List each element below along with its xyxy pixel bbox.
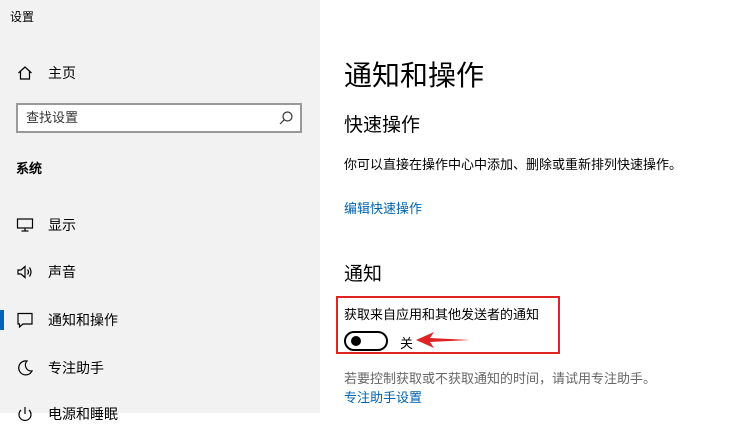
active-indicator bbox=[0, 310, 4, 330]
sidebar-item-label: 主页 bbox=[48, 66, 76, 82]
notifications-heading: 通知 bbox=[344, 263, 383, 285]
sidebar-item-home[interactable]: 主页 bbox=[0, 53, 320, 93]
search-input[interactable] bbox=[26, 109, 266, 127]
sidebar-item-display[interactable]: 显示 bbox=[0, 205, 320, 245]
edit-quick-actions-link[interactable]: 编辑快速操作 bbox=[344, 198, 422, 217]
quick-actions-description: 你可以直接在操作中心中添加、删除或重新排列快速操作。 bbox=[344, 158, 683, 173]
sidebar-item-label: 显示 bbox=[48, 218, 76, 234]
notification-icon bbox=[16, 311, 34, 329]
sidebar-item-sound[interactable]: 声音 bbox=[0, 252, 320, 292]
sidebar-item-label: 电源和睡眠 bbox=[48, 407, 118, 423]
toggle-knob bbox=[351, 336, 361, 346]
moon-icon bbox=[16, 359, 34, 377]
notifications-toggle[interactable] bbox=[344, 331, 388, 351]
quick-actions-heading: 快速操作 bbox=[344, 114, 421, 136]
sidebar-item-label: 通知和操作 bbox=[48, 313, 118, 329]
sidebar-item-label: 声音 bbox=[48, 265, 76, 281]
focus-assist-hint: 若要控制获取或不获取通知的时间，请试用专注助手。 bbox=[344, 372, 657, 387]
sidebar: 设置 主页 系统 显示 声音 通知和操作 专注助手 bbox=[0, 0, 320, 423]
speaker-icon bbox=[16, 263, 34, 281]
monitor-icon bbox=[16, 216, 34, 234]
red-arrow-icon bbox=[416, 332, 470, 348]
search-icon[interactable] bbox=[278, 110, 294, 126]
sidebar-item-label: 专注助手 bbox=[48, 361, 104, 377]
search-box[interactable] bbox=[16, 103, 302, 133]
power-icon bbox=[16, 405, 34, 423]
home-icon bbox=[16, 64, 34, 82]
sidebar-item-power[interactable]: 电源和睡眠 bbox=[0, 394, 320, 434]
section-label-system: 系统 bbox=[16, 162, 43, 177]
focus-assist-settings-link[interactable]: 专注助手设置 bbox=[344, 387, 422, 406]
app-title: 设置 bbox=[10, 10, 35, 24]
sidebar-item-notifications[interactable]: 通知和操作 bbox=[0, 300, 320, 340]
page-title: 通知和操作 bbox=[344, 59, 485, 92]
toggle-state-label: 关 bbox=[400, 337, 414, 352]
sidebar-item-focus-assist[interactable]: 专注助手 bbox=[0, 348, 320, 388]
